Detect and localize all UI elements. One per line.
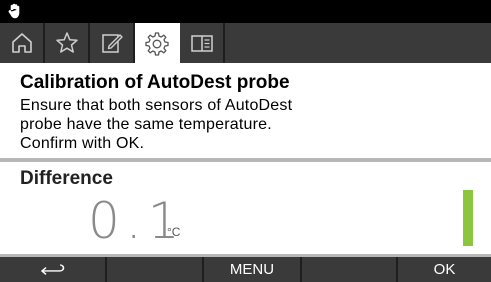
- level-indicator-bar: [463, 190, 473, 246]
- ok-button[interactable]: OK: [398, 257, 491, 282]
- tab-bar-filler: [225, 23, 491, 63]
- difference-label: Difference: [20, 168, 113, 189]
- status-bar: [0, 0, 491, 23]
- difference-panel: Difference 0.1 °C: [0, 162, 491, 254]
- menu-button[interactable]: MENU: [204, 257, 302, 282]
- back-arrow-icon: [40, 263, 64, 275]
- softkey-bar: MENU OK: [0, 257, 491, 282]
- instruction-line-3: Confirm with OK.: [20, 135, 145, 152]
- manual-icon: [190, 35, 213, 52]
- tab-settings[interactable]: [135, 23, 180, 63]
- difference-unit: °C: [167, 225, 181, 239]
- home-icon: [11, 33, 32, 53]
- tab-favorites[interactable]: [45, 23, 90, 63]
- hand-icon: [8, 3, 20, 19]
- instruction-line-2: probe have the same temperature.: [20, 116, 272, 133]
- difference-value: 0.1: [88, 192, 186, 250]
- tab-home[interactable]: [0, 23, 45, 63]
- tab-manual[interactable]: [180, 23, 225, 63]
- edit-icon: [101, 34, 123, 53]
- gear-icon: [144, 32, 169, 56]
- back-button[interactable]: [0, 257, 107, 282]
- instruction-line-1: Ensure that both sensors of AutoDest: [20, 97, 293, 114]
- star-icon: [55, 32, 78, 53]
- softkey-4[interactable]: [302, 257, 398, 282]
- page-title: Calibration of AutoDest probe: [20, 72, 290, 93]
- softkey-2[interactable]: [107, 257, 204, 282]
- tab-edit[interactable]: [90, 23, 135, 63]
- calibration-panel: Calibration of AutoDest probe Ensure tha…: [0, 63, 491, 158]
- tab-bar: [0, 23, 491, 63]
